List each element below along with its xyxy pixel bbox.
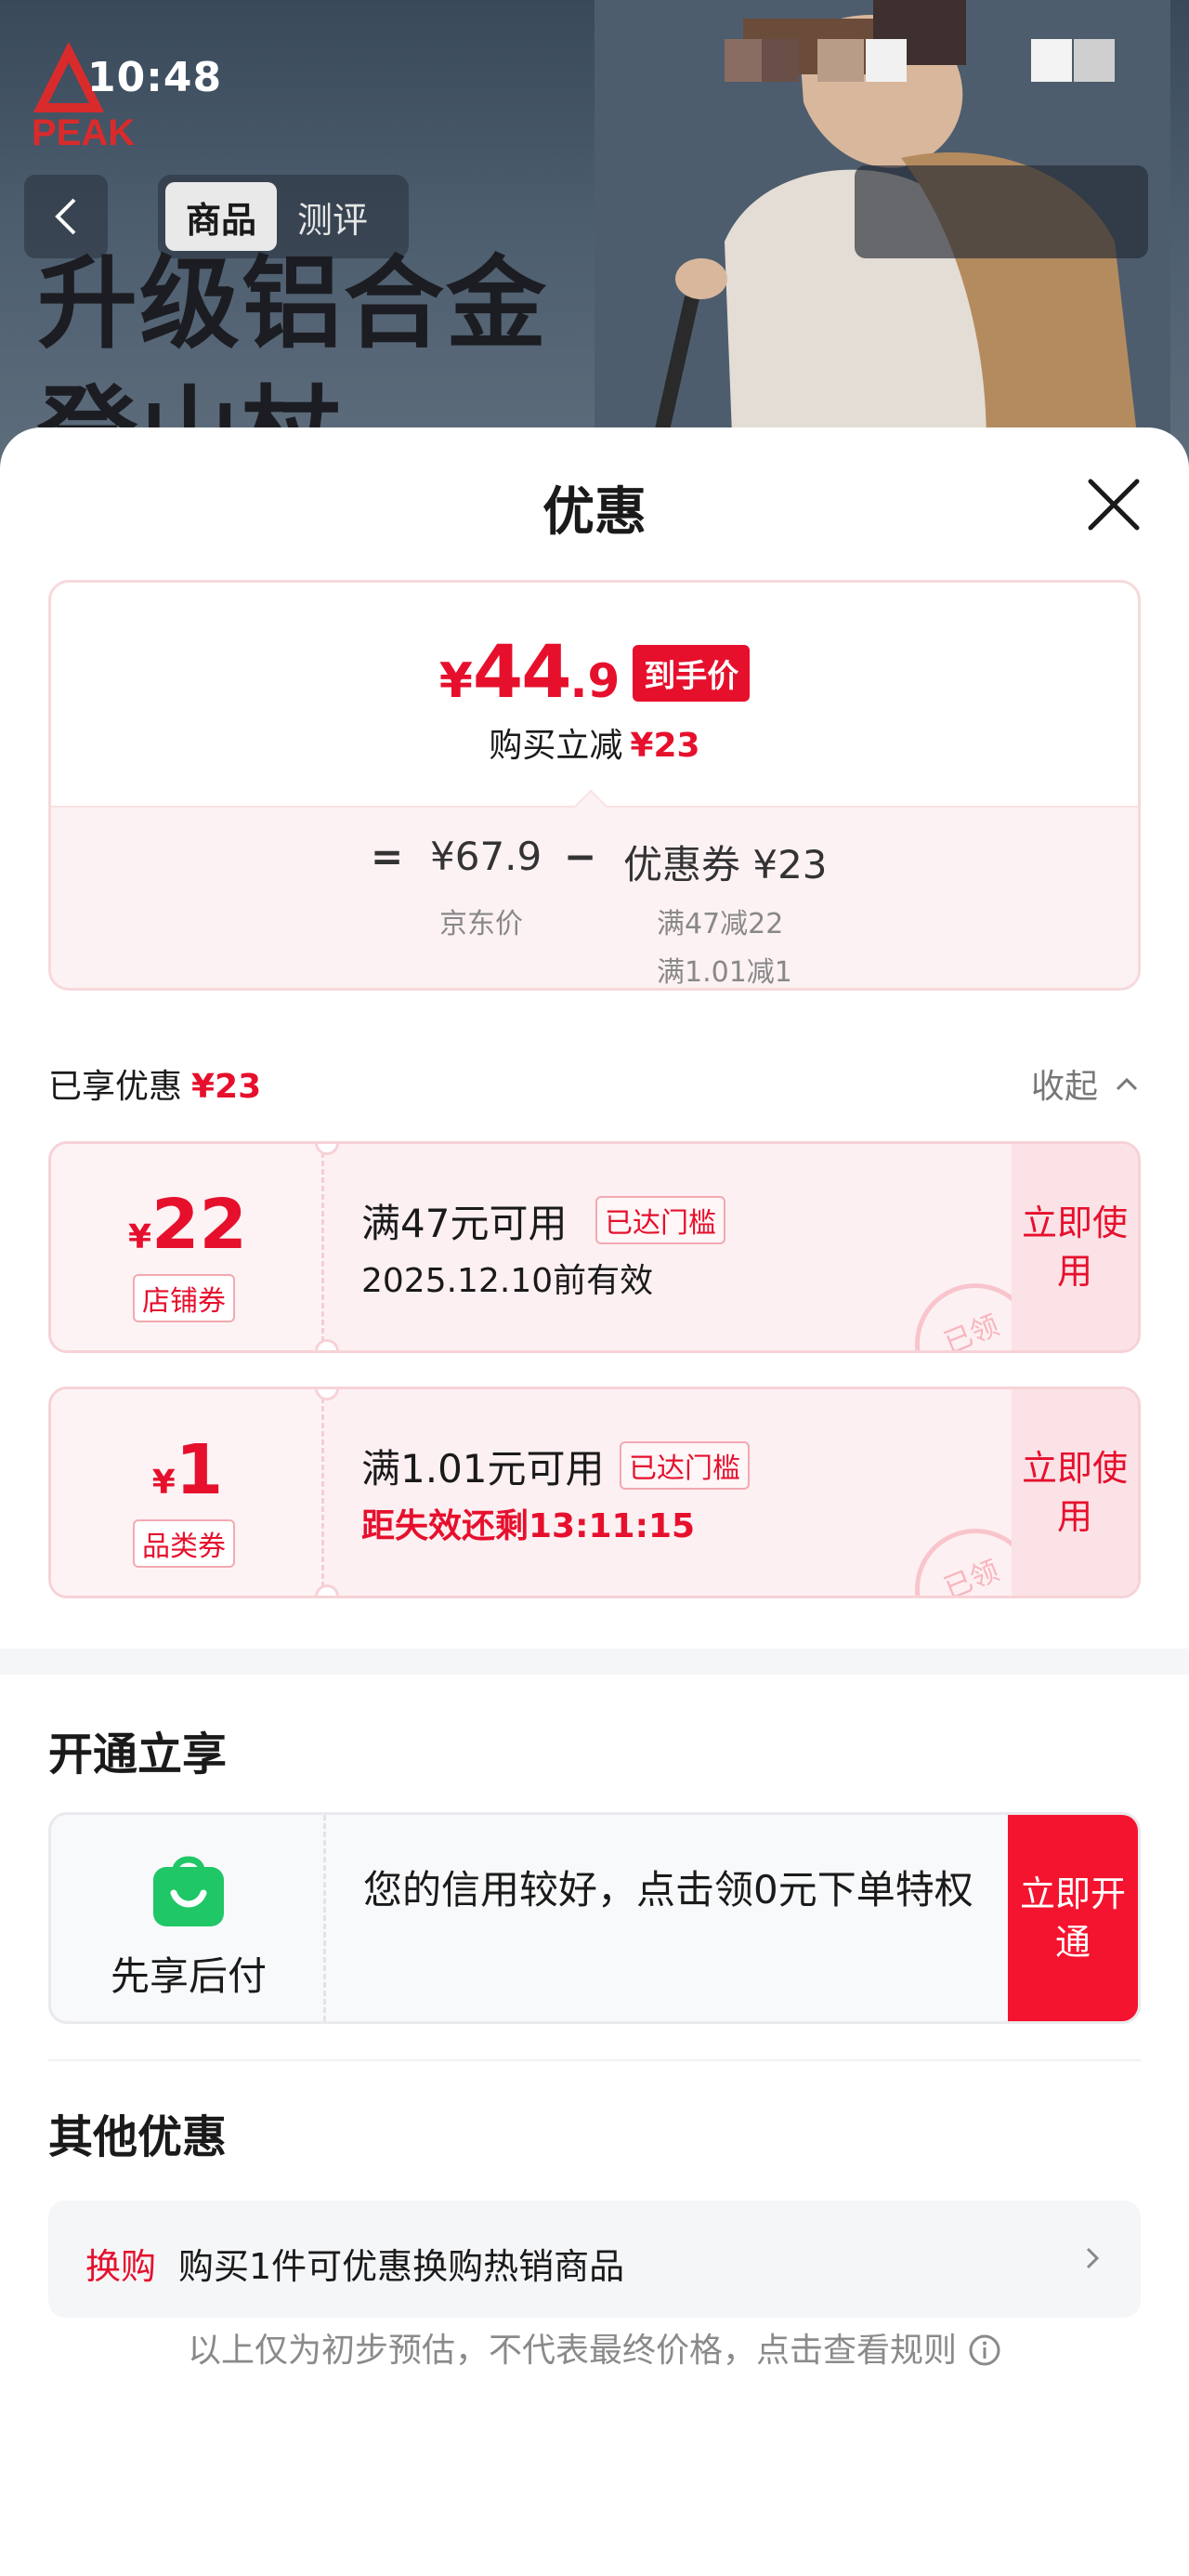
chevron-left-icon: [55, 198, 76, 235]
trade-in-tag: 换购: [85, 2246, 157, 2287]
coupon-total: 优惠券 ¥23: [623, 842, 828, 887]
enjoyed-discount-label: 已享优惠: [48, 1068, 183, 1106]
jd-price-label: 京东价: [439, 908, 523, 940]
final-price-integer: 44: [472, 631, 572, 715]
disclaimer[interactable]: 以上仅为初步预估，不代表最终价格，点击查看规则: [0, 2323, 1189, 2372]
collapse-button[interactable]: 收起: [1031, 1059, 1098, 1108]
use-now-button[interactable]: 立即使用: [1012, 1144, 1138, 1350]
chevron-up-icon[interactable]: [1113, 1071, 1141, 1098]
coupon-card: ¥1 品类券 满1.01元可用 已达门槛 距失效还剩13:11:15 已领 立即…: [48, 1387, 1141, 1598]
coupon-currency: ¥: [127, 1218, 152, 1256]
info-icon[interactable]: [968, 2333, 1001, 2367]
price-summary-card: ¥44.9 到手价 购买立减 ¥23 = ¥67.9 − 优惠券 ¥23 京东价 …: [48, 580, 1141, 991]
enjoyed-discount: 已享优惠 ¥23: [48, 1059, 261, 1108]
pay-later-card: 先享后付 您的信用较好，点击领0元下单特权 立即开通: [48, 1812, 1141, 2024]
coupon-card: ¥22 店铺券 满47元可用 已达门槛 2025.12.10前有效 已领 立即使…: [48, 1141, 1141, 1353]
pay-later-description: 您的信用较好，点击领0元下单特权: [363, 1867, 973, 1912]
instant-reduction: 购买立减 ¥23: [51, 718, 1138, 767]
trade-in-row[interactable]: 换购 购买1件可优惠换购热销商品: [48, 2201, 1141, 2318]
product-page-background: PEAK 10:48 商品 测评 升级铝合金 登山杖: [0, 0, 1189, 483]
close-icon[interactable]: [1083, 474, 1144, 535]
banner-line-1: 升级铝合金: [37, 246, 549, 362]
coupon-type-badge: 店铺券: [133, 1274, 235, 1322]
coupon-condition: 满1.01元可用: [361, 1446, 605, 1492]
discount-sheet: 优惠 ¥44.9 到手价 购买立减 ¥23 = ¥67.9 − 优惠券 ¥23 京…: [0, 427, 1189, 2576]
coupon-notch-bottom: [315, 1339, 339, 1350]
coupon-countdown: 距失效还剩13:11:15: [361, 1507, 696, 1545]
coupon-notch-bottom: [315, 1584, 339, 1596]
pay-later-label: 先享后付: [110, 1953, 267, 1999]
trade-in-text: 购买1件可优惠换购热销商品: [178, 2246, 625, 2287]
jd-price: ¥67.9: [430, 834, 542, 879]
shopping-bag-icon: [153, 1856, 224, 1926]
open-section-title: 开通立享: [48, 1728, 228, 1781]
threshold-reached-badge: 已达门槛: [620, 1441, 750, 1490]
coupon-type-badge: 品类券: [133, 1519, 235, 1568]
threshold-reached-badge: 已达门槛: [595, 1196, 725, 1244]
coupon-amount: ¥1: [51, 1430, 324, 1510]
price-summary-top: ¥44.9 到手价 购买立减 ¥23: [51, 583, 1138, 806]
divider: [48, 2059, 1141, 2061]
enjoyed-discount-value: ¥23: [191, 1068, 262, 1106]
section-divider: [0, 1649, 1189, 1675]
equals-sign: =: [371, 834, 404, 879]
pay-later-service: 先享后付: [51, 1815, 326, 2021]
final-price: ¥44.9 到手价: [51, 631, 1138, 715]
coupon-amount-value: 22: [151, 1185, 248, 1265]
use-now-button[interactable]: 立即使用: [1012, 1389, 1138, 1596]
coupon-rule-2: 满1.01减1: [657, 956, 792, 989]
coupon-rule-1: 满47减22: [657, 908, 784, 940]
other-section-title: 其他优惠: [48, 2111, 228, 2163]
coupon-validity: 2025.12.10前有效: [361, 1262, 654, 1300]
final-price-decimal: .9: [569, 654, 621, 708]
final-price-currency: ¥: [438, 653, 473, 709]
activate-now-button[interactable]: 立即开通: [1008, 1815, 1138, 2021]
final-price-tag: 到手价: [633, 644, 751, 702]
price-breakdown: = ¥67.9 − 优惠券 ¥23 京东价 满47减22 满1.01减1: [51, 789, 1138, 989]
instant-reduction-value: ¥23: [630, 727, 700, 765]
coupon-amount: ¥22: [51, 1185, 324, 1265]
share-cart-panel[interactable]: [855, 165, 1148, 258]
status-time: 10:48: [87, 54, 223, 101]
coupon-value-area: ¥1 品类券: [51, 1389, 324, 1596]
sheet-title: 优惠: [542, 482, 647, 543]
minus-sign: −: [564, 834, 597, 879]
coupon-condition: 满47元可用: [361, 1201, 568, 1246]
svg-text:PEAK: PEAK: [32, 112, 135, 151]
instant-reduction-label: 购买立减: [489, 727, 623, 765]
coupon-currency: ¥: [151, 1464, 176, 1502]
coupon-value-area: ¥22 店铺券: [51, 1144, 324, 1350]
disclaimer-text: 以上仅为初步预估，不代表最终价格，点击查看规则: [187, 2332, 957, 2370]
chevron-right-icon: [1086, 2247, 1100, 2269]
coupon-amount-value: 1: [175, 1430, 224, 1510]
